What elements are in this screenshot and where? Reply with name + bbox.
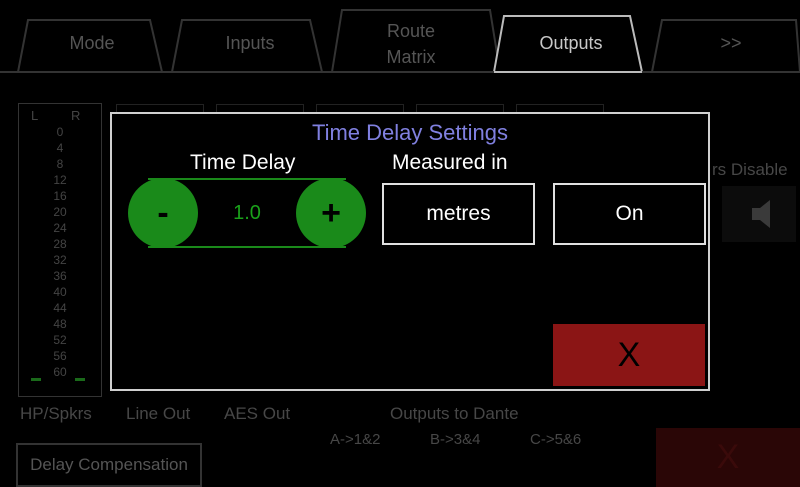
decrement-button[interactable]: - bbox=[128, 178, 198, 248]
time-delay-dialog: Time Delay Settings Time Delay Measured … bbox=[110, 112, 710, 391]
speaker-icon bbox=[752, 200, 770, 228]
meter-scale-tick: 20 bbox=[53, 205, 67, 219]
meter-scale-tick: 48 bbox=[53, 317, 67, 331]
meter-scale-tick: 12 bbox=[53, 173, 67, 187]
tab-inputs[interactable]: Inputs bbox=[184, 31, 316, 55]
meter-scale-tick: 32 bbox=[53, 253, 67, 267]
dante-title: Outputs to Dante bbox=[390, 404, 519, 423]
speaker-mute-button[interactable] bbox=[722, 186, 796, 242]
meter-scale-tick: 44 bbox=[53, 301, 67, 315]
speakers-disable-label: rs Disable bbox=[712, 160, 788, 179]
level-meter: L R 0 4 8 12 16 20 24 28 32 36 40 44 48 52 56 60 bbox=[18, 103, 102, 397]
dante-route-c: C->5&6 bbox=[530, 431, 582, 448]
dante-route-b: B->3&4 bbox=[430, 431, 481, 448]
output-label-line-out: Line Out bbox=[126, 404, 191, 423]
meter-right-indicator bbox=[75, 378, 85, 381]
time-delay-stepper: - 1.0 + bbox=[128, 178, 366, 248]
tab-route-matrix[interactable]: Route Matrix bbox=[366, 18, 456, 70]
meter-scale-tick: 16 bbox=[53, 189, 67, 203]
meter-left-indicator bbox=[31, 378, 41, 381]
tab-mode[interactable]: Mode bbox=[28, 31, 156, 55]
dante-route-a: A->1&2 bbox=[330, 431, 381, 448]
dialog-close-button[interactable]: X bbox=[553, 324, 705, 386]
meter-left-label: L bbox=[31, 108, 39, 123]
meter-scale-tick: 28 bbox=[53, 237, 67, 251]
output-label-hp-spkrs: HP/Spkrs bbox=[20, 404, 92, 423]
background-close-button[interactable]: X bbox=[656, 428, 800, 487]
tab-outputs[interactable]: Outputs bbox=[506, 31, 636, 55]
meter-scale-tick: 24 bbox=[53, 221, 67, 235]
time-delay-value: 1.0 bbox=[233, 202, 261, 224]
output-label-aes-out: AES Out bbox=[224, 404, 291, 423]
measured-in-label: Measured in bbox=[392, 151, 508, 174]
meter-scale-tick: 8 bbox=[56, 157, 64, 171]
increment-button[interactable]: + bbox=[296, 178, 366, 248]
meter-scale-tick: 4 bbox=[56, 141, 64, 155]
meter-right-label: R bbox=[71, 108, 81, 123]
meter-scale-tick: 36 bbox=[53, 269, 67, 283]
unit-button[interactable]: metres bbox=[382, 183, 535, 245]
time-delay-label: Time Delay bbox=[190, 151, 296, 174]
meter-scale-tick: 0 bbox=[56, 125, 64, 139]
meter-scale-tick: 52 bbox=[53, 333, 67, 347]
dialog-title: Time Delay Settings bbox=[311, 120, 509, 145]
tab-more[interactable]: >> bbox=[666, 31, 796, 55]
meter-scale-tick: 40 bbox=[53, 285, 67, 299]
meter-scale-tick: 56 bbox=[53, 349, 67, 363]
delay-compensation-button[interactable]: Delay Compensation bbox=[16, 443, 202, 487]
delay-toggle-button[interactable]: On bbox=[553, 183, 706, 245]
